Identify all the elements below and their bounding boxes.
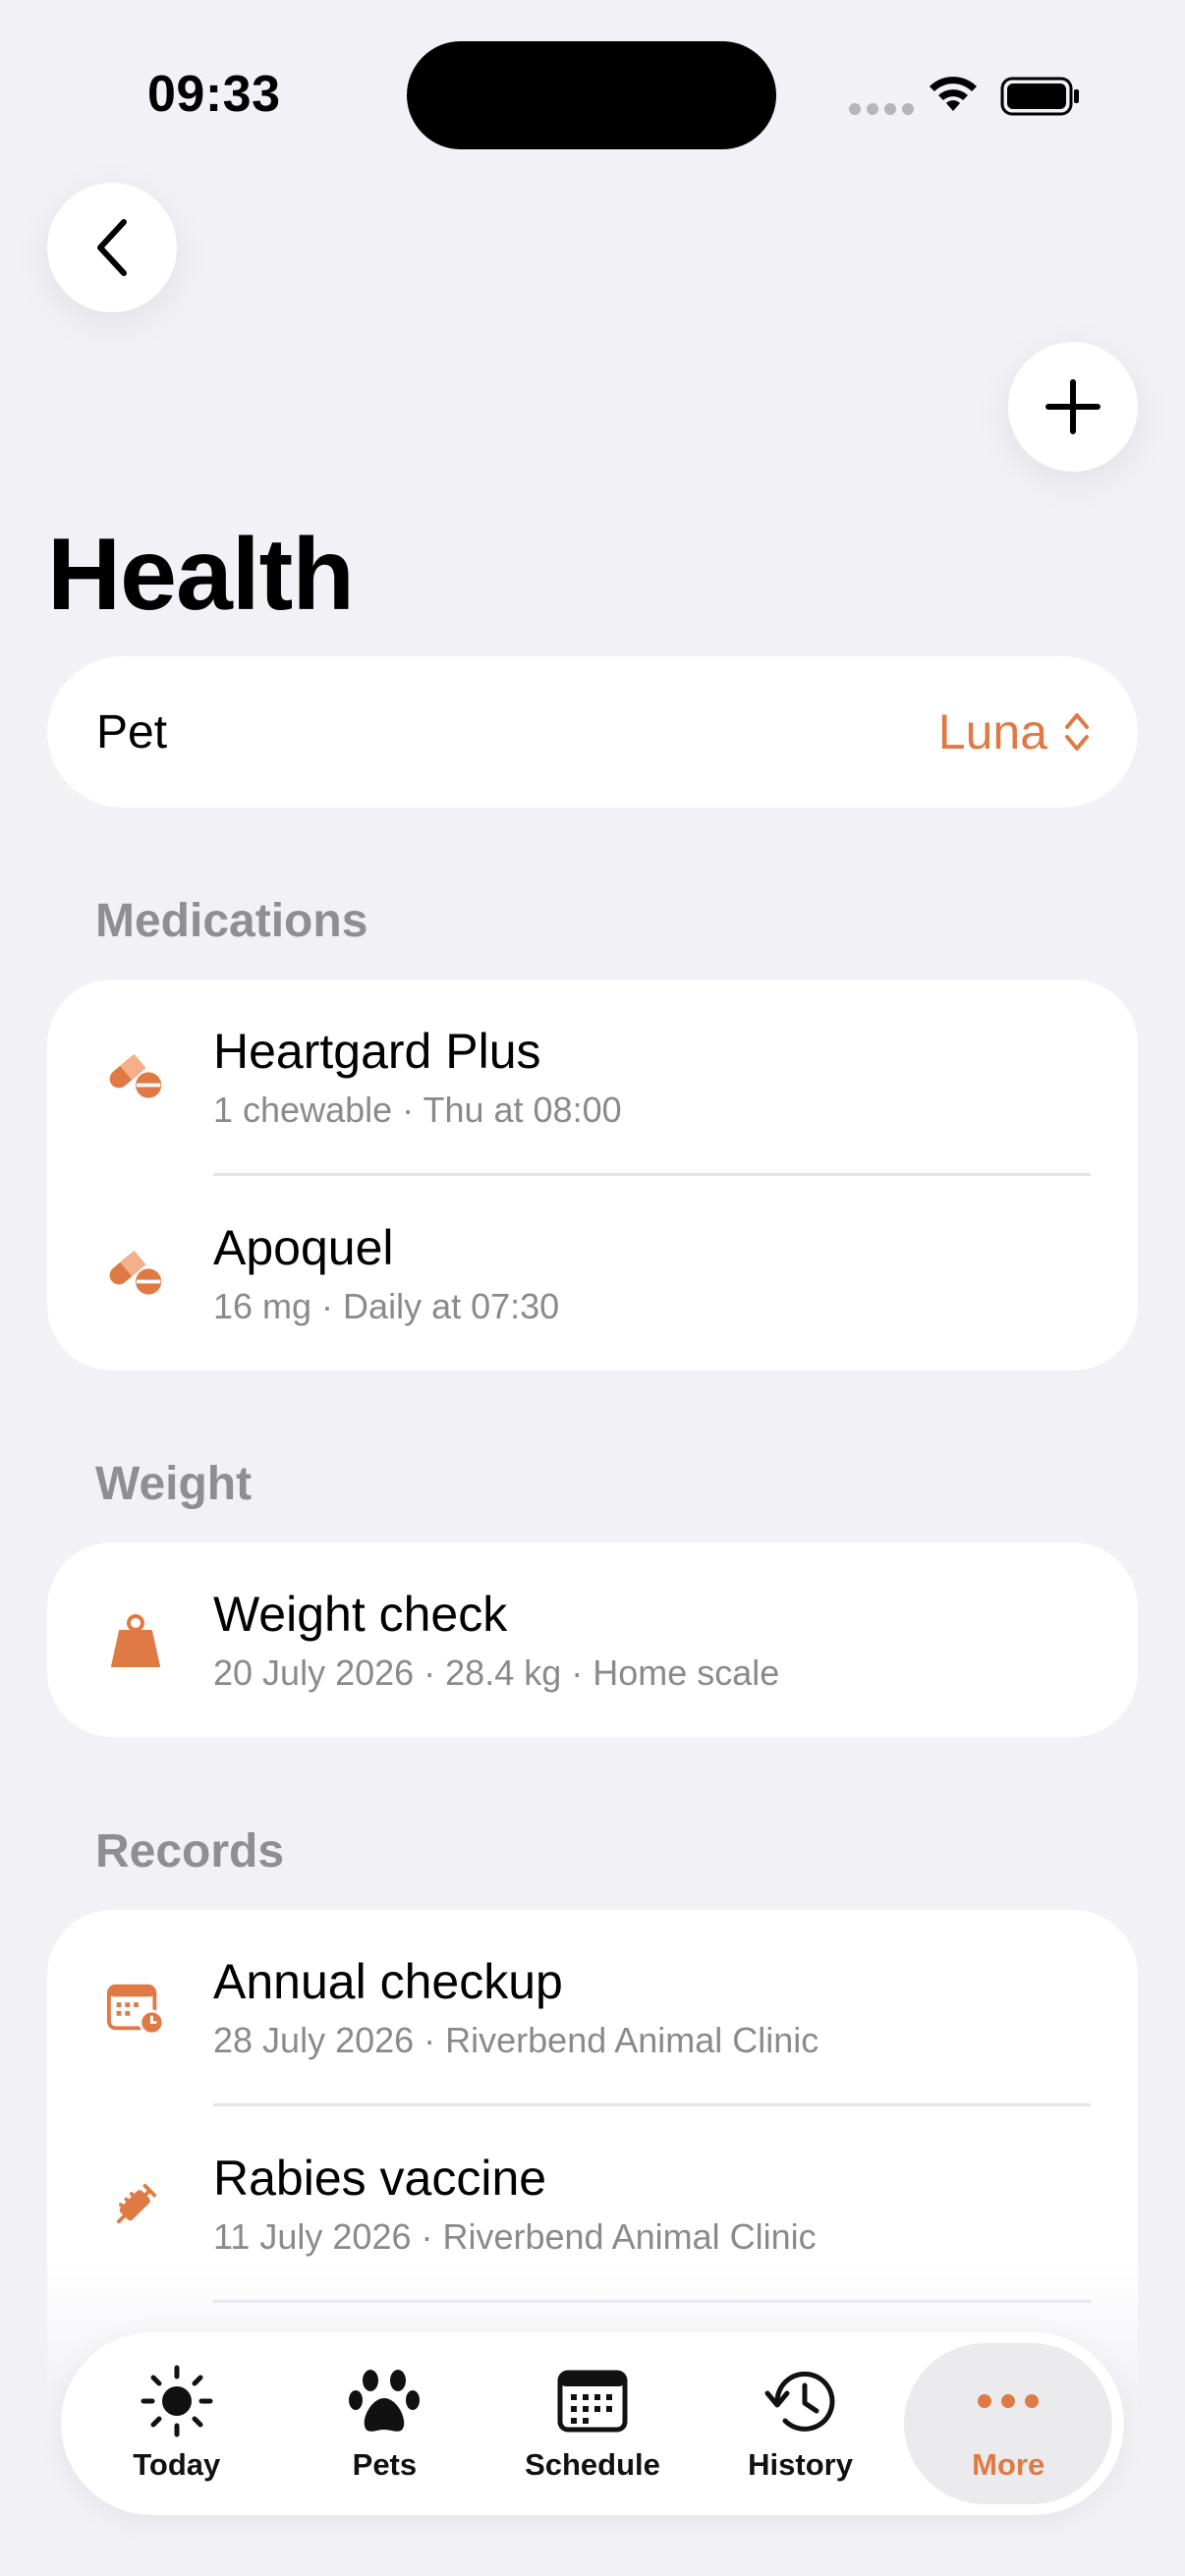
medication-row[interactable]: Heartgard Plus 1 chewable · Thu at 08:00 xyxy=(47,980,1138,1176)
calendar-icon xyxy=(557,2365,628,2437)
tab-pets[interactable]: Pets xyxy=(281,2343,489,2504)
tab-label: More xyxy=(972,2447,1045,2482)
weight-header: Weight xyxy=(95,1458,253,1510)
add-button[interactable] xyxy=(1008,342,1138,472)
medication-title: Apoquel xyxy=(213,1220,394,1275)
pills-icon xyxy=(106,1048,165,1107)
plus-icon xyxy=(1045,379,1100,434)
medication-subtitle: 16 mg · Daily at 07:30 xyxy=(213,1286,560,1326)
chevron-left-icon xyxy=(97,219,127,276)
back-button[interactable] xyxy=(47,183,177,312)
syringe-icon xyxy=(106,2175,165,2234)
paw-icon xyxy=(347,2365,422,2437)
medications-card: Heartgard Plus 1 chewable · Thu at 08:00… xyxy=(47,980,1138,1371)
cellular-signal-icon xyxy=(849,103,914,115)
medication-subtitle: 1 chewable · Thu at 08:00 xyxy=(213,1090,622,1130)
weight-row[interactable]: Weight check 20 July 2026 · 28.4 kg · Ho… xyxy=(47,1542,1138,1737)
pet-selector-label: Pet xyxy=(96,705,168,758)
ellipsis-icon xyxy=(976,2365,1041,2437)
tab-label: Today xyxy=(133,2447,221,2482)
tab-more[interactable]: More xyxy=(904,2343,1112,2504)
medications-header: Medications xyxy=(95,895,368,947)
tab-bar: Today Pets Schedule History More xyxy=(61,2332,1124,2515)
weight-icon xyxy=(106,1611,165,1670)
record-subtitle: 11 July 2026 · Riverbend Animal Clinic xyxy=(213,2216,817,2257)
medication-row[interactable]: Apoquel 16 mg · Daily at 07:30 xyxy=(47,1176,1138,1371)
status-time: 09:33 xyxy=(147,66,281,123)
wifi-icon xyxy=(930,77,977,111)
medication-title: Heartgard Plus xyxy=(213,1024,541,1079)
pet-selector[interactable]: Pet Luna xyxy=(47,656,1138,808)
pills-icon xyxy=(106,1245,165,1304)
records-header: Records xyxy=(95,1825,285,1877)
tab-label: Pets xyxy=(352,2447,418,2482)
tab-label: Schedule xyxy=(525,2447,660,2482)
tab-label: History xyxy=(748,2447,853,2482)
tab-today[interactable]: Today xyxy=(73,2343,281,2504)
record-row[interactable]: Annual checkup 28 July 2026 · Riverbend … xyxy=(47,1910,1138,2106)
pet-name: Luna xyxy=(937,704,1047,759)
battery-icon xyxy=(1000,77,1079,116)
weight-title: Weight check xyxy=(213,1587,508,1642)
calendar-clock-icon xyxy=(106,1979,165,2038)
chevron-up-down-icon xyxy=(1065,713,1089,751)
record-subtitle: 28 July 2026 · Riverbend Animal Clinic xyxy=(213,2020,819,2060)
dynamic-island xyxy=(407,41,776,149)
tab-schedule[interactable]: Schedule xyxy=(488,2343,697,2504)
weight-card: Weight check 20 July 2026 · 28.4 kg · Ho… xyxy=(47,1542,1138,1737)
tab-history[interactable]: History xyxy=(697,2343,905,2504)
pet-selector-value[interactable]: Luna xyxy=(938,703,1091,760)
record-title: Rabies vaccine xyxy=(213,2151,547,2206)
weight-subtitle: 20 July 2026 · 28.4 kg · Home scale xyxy=(213,1652,780,1693)
record-title: Annual checkup xyxy=(213,1954,563,2009)
page-title: Health xyxy=(47,518,355,632)
history-icon xyxy=(763,2365,838,2437)
sun-icon xyxy=(140,2365,214,2437)
